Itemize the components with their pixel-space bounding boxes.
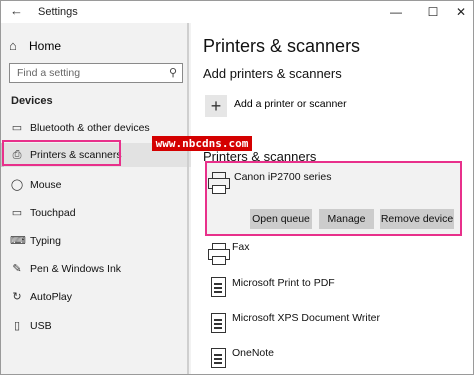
touchpad-icon: ▭	[11, 207, 23, 219]
autoplay-icon: ↻	[12, 291, 22, 303]
search-icon: ⚲	[168, 67, 177, 79]
sidebar-item-label: Mouse	[30, 179, 62, 191]
printer-icon	[207, 242, 230, 265]
maximize-button[interactable]: ☐	[424, 4, 442, 20]
add-section-title: Add printers & scanners	[203, 66, 342, 81]
watermark: www.nbcdns.com	[152, 136, 252, 151]
printer-list-item[interactable]: Microsoft Print to PDF	[232, 277, 335, 289]
page-title: Printers & scanners	[203, 36, 361, 56]
sidebar-item-touchpad[interactable]: ▭ Touchpad	[1, 201, 191, 225]
add-printer-button[interactable]: +	[205, 95, 227, 117]
sidebar-item-autoplay[interactable]: ↻ AutoPlay	[1, 285, 191, 309]
bluetooth-icon: ▭	[11, 122, 23, 134]
sidebar-item-label: AutoPlay	[30, 291, 73, 303]
pen-icon: ✎	[12, 263, 22, 275]
sidebar-item-label: USB	[30, 320, 52, 332]
usb-icon: ▯	[13, 320, 21, 332]
printer-list-item[interactable]: OneNote	[232, 347, 274, 359]
document-printer-icon	[210, 277, 226, 297]
back-arrow-icon[interactable]: ←	[10, 4, 24, 18]
sidebar-scrollbar[interactable]	[187, 23, 189, 374]
sidebar-item-label: Pen & Windows Ink	[30, 263, 122, 275]
keyboard-icon: ⌨	[10, 235, 26, 247]
sidebar-item-usb[interactable]: ▯ USB	[1, 314, 191, 338]
sidebar-item-label: Touchpad	[30, 207, 76, 219]
settings-window: ← Settings — ☐ ✕ ⌂ Home Find a setting ⚲…	[0, 0, 474, 375]
window-title: Settings	[38, 6, 78, 18]
printer-list-item[interactable]: Microsoft XPS Document Writer	[232, 312, 380, 324]
printer-name: Canon iP2700 series	[234, 171, 332, 183]
sidebar-item-label: Typing	[30, 235, 61, 247]
close-button[interactable]: ✕	[452, 4, 470, 20]
printer-icon	[207, 171, 230, 194]
sidebar: ⌂ Home Find a setting ⚲ Devices ▭ Blueto…	[1, 23, 191, 374]
open-queue-button[interactable]: Open queue	[250, 209, 312, 229]
title-bar: ← Settings — ☐ ✕	[1, 1, 473, 23]
document-printer-icon	[210, 348, 226, 368]
highlight-box-sidebar	[2, 140, 121, 166]
sidebar-item-typing[interactable]: ⌨ Typing	[1, 229, 191, 253]
sidebar-section-title: Devices	[11, 95, 53, 107]
home-icon: ⌂	[9, 38, 17, 53]
mouse-icon: ◯	[10, 179, 24, 191]
search-input[interactable]: Find a setting ⚲	[9, 63, 183, 83]
plus-icon: +	[210, 96, 222, 116]
sidebar-item-mouse[interactable]: ◯ Mouse	[1, 173, 191, 197]
document-printer-icon	[210, 313, 226, 333]
search-placeholder: Find a setting	[17, 67, 81, 79]
sidebar-item-label: Home	[29, 39, 62, 53]
remove-device-button[interactable]: Remove device	[380, 209, 454, 229]
minimize-button[interactable]: —	[387, 4, 405, 20]
printer-list-item[interactable]: Fax	[232, 241, 250, 253]
add-printer-label[interactable]: Add a printer or scanner	[234, 98, 347, 110]
manage-button[interactable]: Manage	[319, 209, 374, 229]
sidebar-item-label: Bluetooth & other devices	[30, 122, 150, 134]
sidebar-item-pen[interactable]: ✎ Pen & Windows Ink	[1, 257, 191, 281]
